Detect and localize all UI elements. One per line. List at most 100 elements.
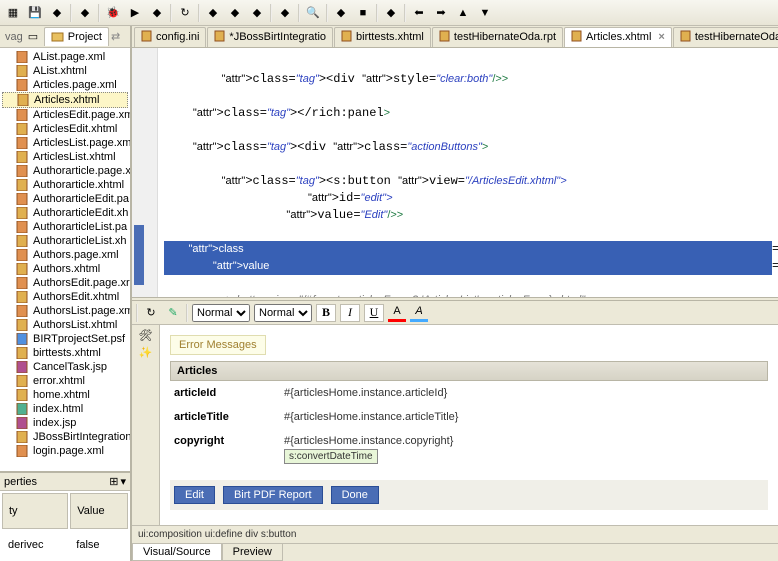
- editor-tab[interactable]: config.ini: [134, 27, 206, 47]
- tree-item[interactable]: error.xhtml: [2, 374, 128, 388]
- new-file-icon[interactable]: ◆: [248, 4, 266, 22]
- tree-item[interactable]: index.html: [2, 402, 128, 416]
- tree-item[interactable]: ArticlesEdit.page.xm: [2, 108, 128, 122]
- tree-item[interactable]: ArticlesList.xhtml: [2, 150, 128, 164]
- tree-item[interactable]: AuthorarticleList.xh: [2, 234, 128, 248]
- tree-item[interactable]: AList.page.xml: [2, 50, 128, 64]
- tree-item[interactable]: AuthorsList.page.xm: [2, 304, 128, 318]
- project-tab[interactable]: Project: [44, 27, 109, 46]
- close-icon[interactable]: ×: [658, 31, 664, 43]
- inline-style-select[interactable]: Normal: [254, 304, 312, 322]
- field-value: #{articlesHome.instance.articleTitle}: [284, 411, 458, 423]
- visual-preview[interactable]: Error Messages Articles articleId#{artic…: [160, 325, 778, 525]
- tree-item[interactable]: AuthorsEdit.xhtml: [2, 290, 128, 304]
- search-icon[interactable]: 🔍: [304, 4, 322, 22]
- tree-item[interactable]: index.jsp: [2, 416, 128, 430]
- file-xml-icon: [16, 109, 30, 121]
- tree-item[interactable]: AuthorsEdit.page.xr: [2, 276, 128, 290]
- tree-item[interactable]: BIRTprojectSet.psf: [2, 332, 128, 346]
- action-button[interactable]: Done: [331, 486, 379, 504]
- wand-icon[interactable]: ✨: [139, 346, 153, 359]
- breadcrumb[interactable]: ui:composition ui:define div s:button: [132, 525, 778, 543]
- tree-item[interactable]: Articles.page.xml: [2, 78, 128, 92]
- next-icon[interactable]: ◆: [332, 4, 350, 22]
- tree-item[interactable]: AuthorarticleEdit.xh: [2, 206, 128, 220]
- tree-item[interactable]: JBossBirtIntegration: [2, 430, 128, 444]
- tree-item[interactable]: Articles.xhtml: [2, 92, 128, 108]
- tree-item[interactable]: home.xhtml: [2, 388, 128, 402]
- file-xhtml-icon: [16, 65, 30, 77]
- file-xml-icon: [16, 221, 30, 233]
- tree-item[interactable]: Authors.xhtml: [2, 262, 128, 276]
- link-icon[interactable]: ⇄: [111, 30, 125, 44]
- action-button[interactable]: Edit: [174, 486, 215, 504]
- code-editor[interactable]: "attr">class="tag"><div "attr">style="cl…: [132, 48, 778, 297]
- back-icon[interactable]: ⬅: [410, 4, 428, 22]
- minimize-icon[interactable]: ▭: [28, 30, 42, 44]
- tasks-icon[interactable]: ◆: [382, 4, 400, 22]
- editor-tab[interactable]: testHibernateOda.rpt: [432, 27, 563, 47]
- converter-tag[interactable]: s:convertDateTime: [284, 449, 378, 464]
- editor-gutter: [132, 48, 158, 297]
- bg-color-icon[interactable]: A: [410, 304, 428, 322]
- editor-tab[interactable]: Articles.xhtml×: [564, 27, 672, 47]
- action-button[interactable]: Birt PDF Report: [223, 486, 323, 504]
- file-xhtml-icon: [16, 347, 30, 359]
- stop-icon[interactable]: ■: [354, 4, 372, 22]
- tree-item[interactable]: AuthorarticleEdit.pa: [2, 192, 128, 206]
- run-icon[interactable]: ▶: [126, 4, 144, 22]
- tree-item[interactable]: ArticlesEdit.xhtml: [2, 122, 128, 136]
- props-toggle-icon[interactable]: ⊞: [109, 475, 118, 488]
- save-icon[interactable]: 💾: [26, 4, 44, 22]
- italic-button[interactable]: I: [340, 304, 360, 322]
- tree-item[interactable]: birttests.xhtml: [2, 346, 128, 360]
- run-ext-icon[interactable]: ◆: [148, 4, 166, 22]
- new-comp-icon[interactable]: ◆: [226, 4, 244, 22]
- editor-tab[interactable]: testHibernateOda.xht: [673, 27, 778, 47]
- project-tree[interactable]: AList.page.xmlAList.xhtmlArticles.page.x…: [0, 48, 130, 471]
- file-xhtml-icon: [16, 389, 30, 401]
- save-all-icon[interactable]: ◆: [48, 4, 66, 22]
- tools-icon[interactable]: 🛠: [139, 329, 153, 342]
- new-icon[interactable]: ▦: [4, 4, 22, 22]
- bold-button[interactable]: B: [316, 304, 336, 322]
- tree-item[interactable]: ArticlesList.page.xm: [2, 136, 128, 150]
- tree-item[interactable]: Authorarticle.xhtml: [2, 178, 128, 192]
- block-style-select[interactable]: Normal: [192, 304, 250, 322]
- down-icon[interactable]: ▼: [476, 4, 494, 22]
- fwd-icon[interactable]: ➡: [432, 4, 450, 22]
- fg-color-icon[interactable]: A: [388, 304, 406, 322]
- tree-item[interactable]: AuthorsList.xhtml: [2, 318, 128, 332]
- col-value: Value: [70, 493, 128, 529]
- editor-tab[interactable]: birttests.xhtml: [334, 27, 431, 47]
- tab-preview[interactable]: Preview: [222, 544, 283, 561]
- tree-item[interactable]: Authors.page.xml: [2, 248, 128, 262]
- folder-nav-icon[interactable]: ◆: [276, 4, 294, 22]
- refresh-icon[interactable]: ↻: [142, 304, 160, 322]
- tree-item[interactable]: AuthorarticleList.pa: [2, 220, 128, 234]
- action-buttons-row: Edit Birt PDF Report Done: [170, 480, 768, 510]
- debug-icon[interactable]: 🐞: [104, 4, 122, 22]
- tree-item[interactable]: CancelTask.jsp: [2, 360, 128, 374]
- underline-button[interactable]: U: [364, 304, 384, 322]
- error-messages-tab[interactable]: Error Messages: [170, 335, 266, 355]
- up-icon[interactable]: ▲: [454, 4, 472, 22]
- i18n-icon[interactable]: ✎: [164, 304, 182, 322]
- props-menu-icon[interactable]: ▾: [120, 475, 126, 488]
- change-marker: [134, 225, 144, 285]
- editor-tab[interactable]: *JBossBirtIntegratio: [207, 27, 333, 47]
- tree-item[interactable]: AList.xhtml: [2, 64, 128, 78]
- tab-visual-source[interactable]: Visual/Source: [132, 544, 222, 561]
- new-srv-icon[interactable]: ◆: [204, 4, 222, 22]
- tree-item[interactable]: Authorarticle.page.x: [2, 164, 128, 178]
- editor-mode-tabs: Visual/Source Preview: [132, 543, 778, 561]
- file-xml-icon: [16, 277, 30, 289]
- tree-item[interactable]: login.page.xml: [2, 444, 128, 458]
- sync-icon[interactable]: ↻: [176, 4, 194, 22]
- field-label: articleId: [174, 387, 284, 399]
- file-xhtml-icon: [571, 30, 583, 45]
- file-xml-icon: [16, 445, 30, 457]
- file-xhtml-icon: [16, 151, 30, 163]
- pkg-icon[interactable]: ◆: [76, 4, 94, 22]
- file-psf-icon: [16, 333, 30, 345]
